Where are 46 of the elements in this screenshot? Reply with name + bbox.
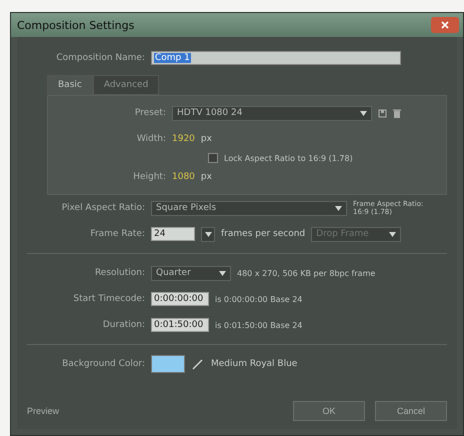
field-label: Preset: — [134, 108, 166, 118]
field-label: Pixel Aspect Ratio: — [60, 203, 145, 213]
tab[interactable]: Basic — [47, 75, 93, 95]
frame-rate-dropdown[interactable] — [201, 226, 215, 242]
resolution-info: 480 x 270, 506 KB per 8bpc frame — [237, 268, 376, 278]
preset-dropdown[interactable]: HDTV 1080 24 — [172, 106, 372, 120]
caret-icon — [219, 270, 226, 276]
caret-icon — [360, 110, 367, 116]
lock-aspect-checkbox[interactable] — [208, 153, 218, 163]
field-label: Start Timecode: — [72, 294, 145, 304]
field-label: Composition Name: — [55, 53, 145, 63]
caret-icon — [389, 232, 396, 236]
checkbox-label: Lock Aspect Ratio to 16:9 (1.78) — [224, 154, 353, 162]
field-label: Background Color: — [61, 359, 145, 369]
timecode-info: is 0:00:00:00 Base 24 — [215, 294, 302, 304]
frame-rate-field[interactable]: 24 — [151, 227, 195, 241]
field-label: Resolution: — [94, 268, 145, 278]
unit-label: px — [200, 172, 212, 182]
dialog-button[interactable]: Cancel — [375, 401, 447, 421]
width-value[interactable]: 1920 — [172, 134, 195, 144]
preview-button[interactable]: Preview — [27, 402, 60, 420]
timecode-field[interactable]: 0:00:00:00 — [151, 292, 209, 306]
window-title: Composition Settings — [17, 18, 134, 32]
color-swatch[interactable] — [151, 355, 185, 373]
eyedropper-icon[interactable] — [191, 357, 205, 371]
unit-label: frames per second — [221, 229, 306, 239]
duration-info: is 0:01:50:00 Base 24 — [215, 320, 302, 330]
caret-icon — [205, 232, 212, 236]
close-icon — [441, 21, 449, 29]
field-label: Duration: — [102, 320, 145, 330]
close-button[interactable] — [431, 17, 459, 33]
height-value[interactable]: 1080 — [172, 172, 195, 182]
save-preset-icon[interactable] — [378, 108, 387, 118]
field-label: Frame Rate: — [89, 229, 145, 239]
unit-label: px — [200, 134, 212, 144]
color-name: Medium Royal Blue — [211, 359, 298, 369]
pixel-aspect-dropdown[interactable]: Square Pixels — [151, 200, 347, 216]
field-label: Height: — [132, 172, 166, 182]
name-field[interactable]: Comp 1 — [151, 51, 401, 65]
dialog-button[interactable]: OK — [293, 401, 365, 421]
caret-icon — [335, 206, 342, 210]
resolution-dropdown[interactable]: Quarter — [151, 266, 231, 280]
duration-field[interactable]: 0:01:50:00 — [151, 318, 209, 332]
trash-icon[interactable] — [393, 108, 401, 118]
field-label: Width: — [136, 134, 166, 144]
tab[interactable]: Advanced — [92, 75, 160, 95]
